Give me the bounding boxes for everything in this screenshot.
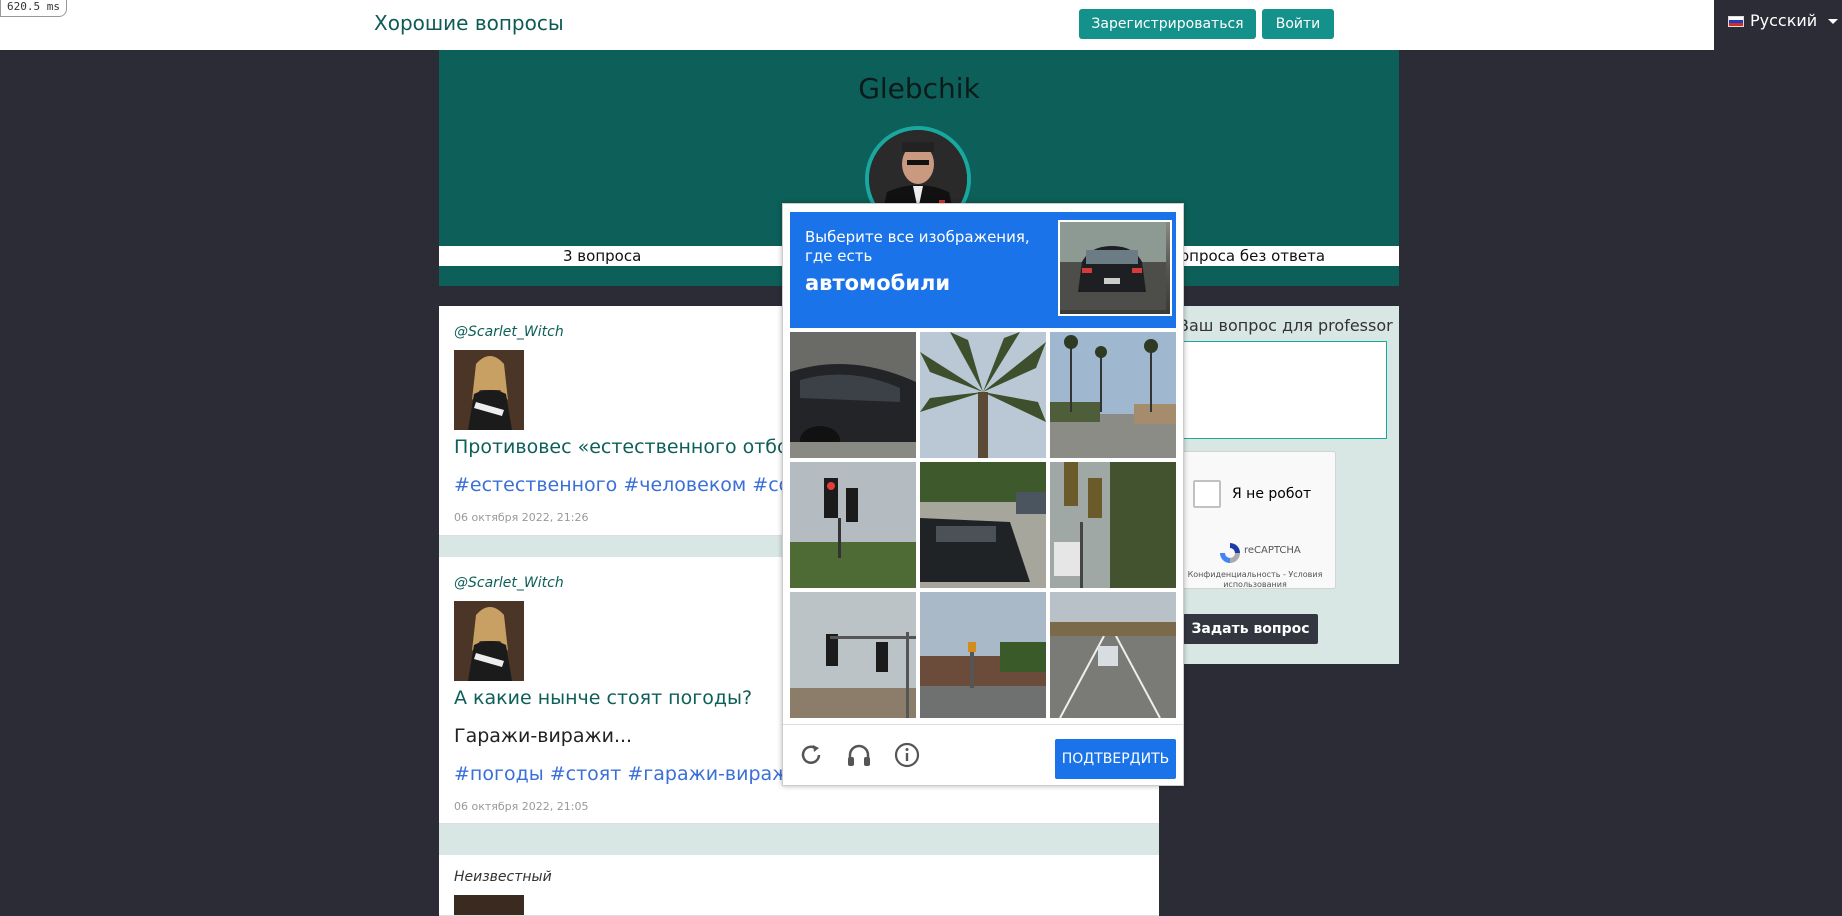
author-avatar[interactable]: [454, 895, 524, 915]
question-date: 06 октября 2022, 21:05: [454, 800, 589, 813]
question-date: 06 октября 2022, 21:26: [454, 511, 589, 524]
question-author[interactable]: @Scarlet_Witch: [454, 575, 564, 591]
question-author[interactable]: @Scarlet_Witch: [454, 324, 564, 340]
ask-question-button[interactable]: Задать вопрос: [1183, 614, 1318, 644]
recaptcha-checkbox[interactable]: [1193, 480, 1221, 508]
captcha-instruction: Выберите все изображения, где есть: [805, 228, 1030, 265]
headphones-icon[interactable]: [845, 741, 873, 769]
chevron-down-icon: [1828, 19, 1838, 24]
register-button[interactable]: Зарегистрироваться: [1079, 9, 1256, 39]
timing-badge: 620.5 ms: [0, 0, 67, 17]
captcha-tile-traffic-light-tree[interactable]: [1050, 462, 1176, 588]
sample-car-image: [1058, 220, 1172, 316]
stat-unanswered[interactable]: опроса без ответа: [1180, 246, 1325, 266]
captcha-tile-palm-tree[interactable]: [920, 332, 1046, 458]
author-avatar[interactable]: [454, 601, 524, 681]
captcha-challenge: Выберите все изображения, где есть автом…: [782, 203, 1184, 786]
question-textarea[interactable]: [1177, 341, 1387, 439]
russian-flag-icon: [1728, 16, 1744, 27]
captcha-tile-road-car[interactable]: [1050, 592, 1176, 718]
question-author: Неизвестный: [454, 869, 552, 885]
question-title[interactable]: А какие нынче стоят погоды?: [454, 687, 752, 709]
captcha-target: автомобили: [805, 271, 951, 295]
question-title[interactable]: Противовес «естественного отбора: [454, 436, 812, 458]
question-tags[interactable]: #естественного #человеком #созда: [454, 474, 825, 496]
author-avatar[interactable]: [454, 350, 524, 430]
top-navbar: Хорошие вопросы Зарегистрироваться Войти: [0, 0, 1714, 50]
captcha-tile-car-door[interactable]: [790, 332, 916, 458]
verify-button[interactable]: ПОДТВЕРДИТЬ: [1055, 739, 1176, 779]
recaptcha-widget: Я не робот reCAPTCHA Конфиденциальность …: [1174, 451, 1336, 589]
login-button[interactable]: Войти: [1262, 9, 1334, 39]
captcha-tile-traffic-light[interactable]: [790, 462, 916, 588]
recaptcha-label: Я не робот: [1232, 486, 1312, 502]
captcha-header: Выберите все изображения, где есть автом…: [790, 212, 1176, 328]
info-icon[interactable]: [893, 741, 921, 769]
captcha-footer: ПОДТВЕРДИТЬ: [783, 724, 1183, 786]
recaptcha-privacy[interactable]: Конфиденциальность - Условия использован…: [1175, 570, 1335, 590]
question-card: Неизвестный: [439, 855, 1159, 916]
brand-link[interactable]: Хорошие вопросы: [374, 10, 564, 36]
captcha-tile-traffic-light-pole[interactable]: [790, 592, 916, 718]
question-body: Гаражи-виражи...: [454, 725, 633, 747]
reload-icon[interactable]: [797, 741, 825, 769]
recaptcha-logo-icon: [1220, 543, 1240, 563]
captcha-tile-street-corner[interactable]: [920, 592, 1046, 718]
stat-questions[interactable]: 3 вопроса: [563, 246, 641, 266]
language-dropdown[interactable]: Русский: [1714, 0, 1842, 50]
ask-label: Ваш вопрос для professor: [1178, 316, 1393, 335]
question-tags[interactable]: #погоды #стоят #гаражи-виражи: [454, 763, 802, 785]
captcha-tile-parked-car[interactable]: [920, 462, 1046, 588]
language-label: Русский: [1750, 11, 1818, 30]
profile-name: Glebchik: [858, 72, 980, 105]
recaptcha-brand: reCAPTCHA: [1244, 545, 1301, 556]
captcha-tile-palm-street[interactable]: [1050, 332, 1176, 458]
